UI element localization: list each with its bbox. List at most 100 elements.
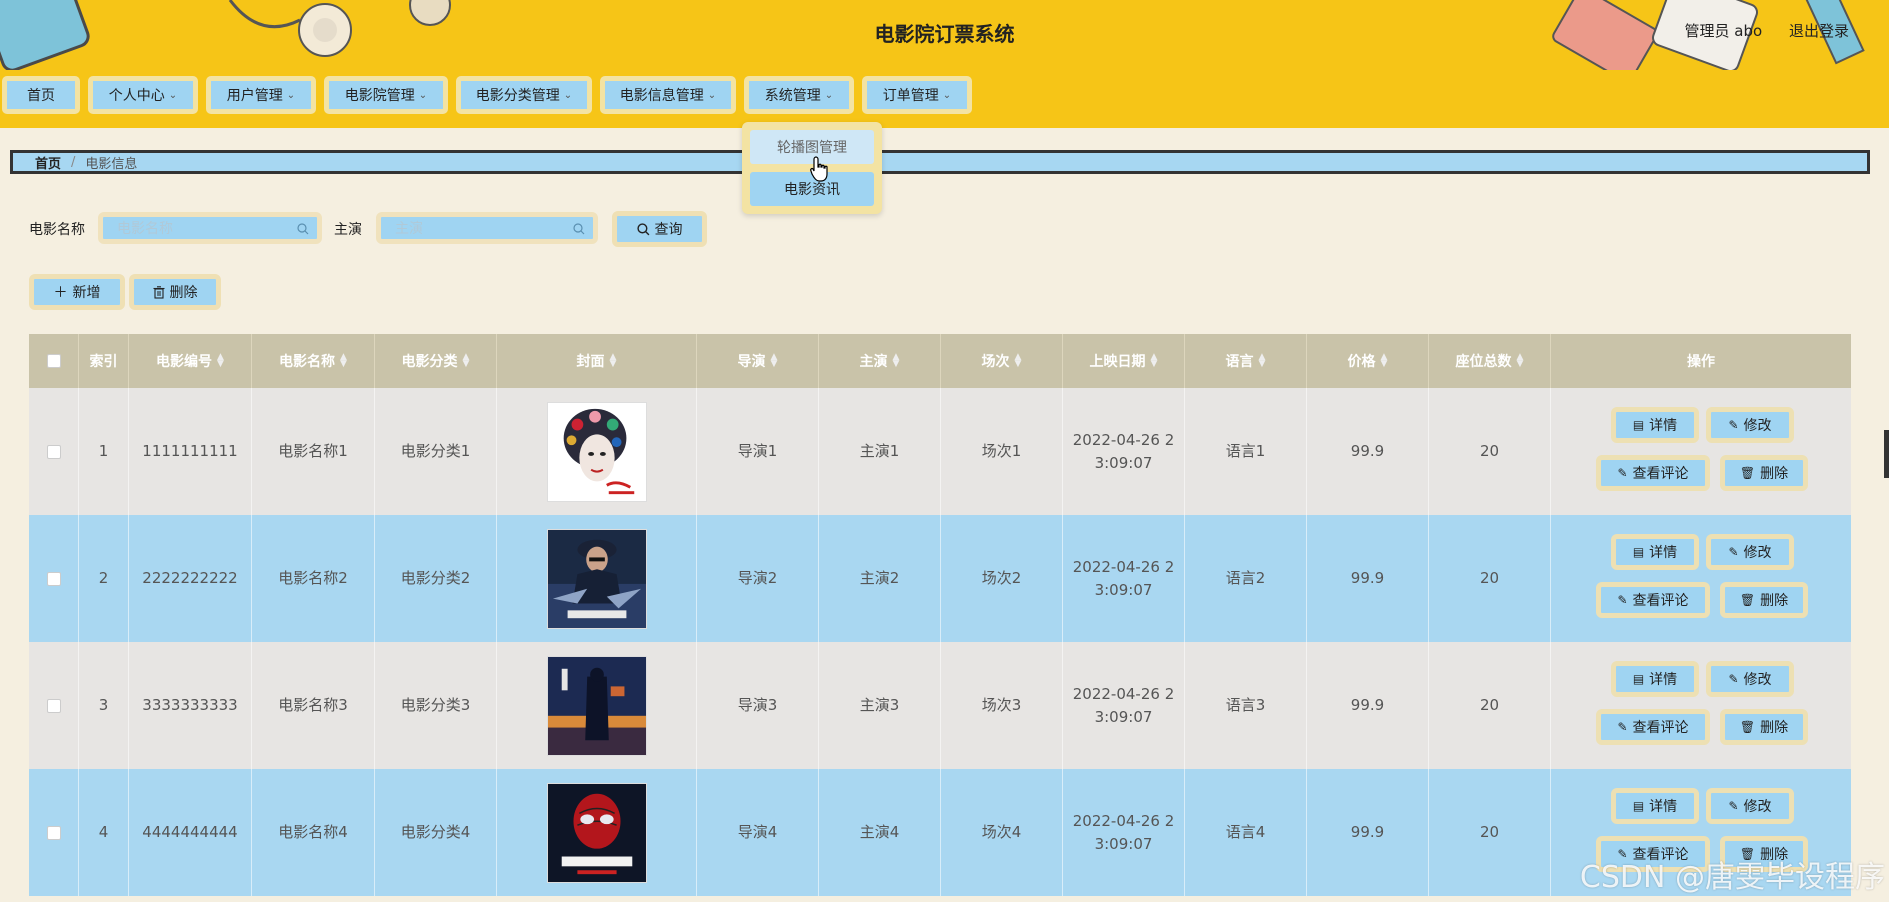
select-all-cell bbox=[29, 334, 79, 388]
cell-cover bbox=[497, 515, 697, 642]
cell-code: 2222222222 bbox=[129, 515, 252, 642]
col-language[interactable]: 语言 ▲ ▼ bbox=[1185, 334, 1307, 388]
row-checkbox[interactable] bbox=[46, 825, 61, 840]
cell-date: 2022-04-26 2 3:09:07 bbox=[1063, 642, 1185, 769]
cell-price: 99.9 bbox=[1307, 769, 1429, 896]
view-comments-button[interactable]: ✎ 查看评论 bbox=[1596, 582, 1710, 618]
op-label: 查看评论 bbox=[1632, 466, 1689, 482]
cell-director: 导演1 bbox=[697, 388, 819, 515]
cell-session: 场次3 bbox=[941, 642, 1063, 769]
row-checkbox[interactable] bbox=[46, 571, 61, 586]
nav-label: 首页 bbox=[27, 88, 55, 104]
col-session[interactable]: 场次 ▲ ▼ bbox=[941, 334, 1063, 388]
view-comments-button[interactable]: ✎ 查看评论 bbox=[1596, 709, 1710, 745]
col-actor[interactable]: 主演 ▲ ▼ bbox=[819, 334, 941, 388]
col-date[interactable]: 上映日期 ▲ ▼ bbox=[1063, 334, 1185, 388]
search-icon bbox=[297, 223, 309, 235]
date-line-1: 2022-04-26 2 bbox=[1072, 557, 1175, 576]
document-icon: ▤ bbox=[1632, 545, 1645, 559]
edit-button[interactable]: ✎ 修改 bbox=[1706, 661, 1794, 697]
row-delete-button[interactable]: 🗑 删除 bbox=[1720, 582, 1808, 618]
edit-button[interactable]: ✎ 修改 bbox=[1706, 788, 1794, 824]
col-code[interactable]: 电影编号 ▲ ▼ bbox=[129, 334, 252, 388]
movie-name-label: 电影名称 bbox=[29, 222, 85, 238]
actor-label: 主演 bbox=[334, 222, 362, 238]
search-icon bbox=[636, 222, 649, 235]
col-label: 索引 bbox=[89, 354, 118, 370]
nav-personal-center[interactable]: 个人中心 ⌄ bbox=[88, 76, 198, 114]
edit-button[interactable]: ✎ 修改 bbox=[1706, 534, 1794, 570]
row-checkbox[interactable] bbox=[46, 698, 61, 713]
trash-icon: 🗑 bbox=[1739, 466, 1756, 480]
nav-system-management[interactable]: 系统管理 ⌄ bbox=[744, 76, 854, 114]
sort-icon: ▲ ▼ bbox=[609, 352, 617, 369]
app-title: 电影院订票系统 bbox=[874, 22, 1015, 46]
scrollbar-thumb[interactable] bbox=[1884, 430, 1889, 478]
row-delete-button[interactable]: 🗑 删除 bbox=[1720, 455, 1808, 491]
detail-button[interactable]: ▤ 详情 bbox=[1611, 407, 1699, 443]
cell-index: 3 bbox=[79, 642, 129, 769]
query-button[interactable]: 查询 bbox=[612, 211, 707, 247]
col-cover[interactable]: 封面 ▲ ▼ bbox=[497, 334, 697, 388]
detail-button[interactable]: ▤ 详情 bbox=[1611, 534, 1699, 570]
col-label: 导演 bbox=[737, 354, 766, 370]
nav-movie-info-management[interactable]: 电影信息管理 ⌄ bbox=[600, 76, 736, 114]
actor-input[interactable]: 主演 bbox=[376, 212, 598, 244]
cell-seats: 20 bbox=[1429, 388, 1551, 515]
nav-home[interactable]: 首页 bbox=[2, 76, 80, 114]
detail-button[interactable]: ▤ 详情 bbox=[1611, 788, 1699, 824]
nav-order-management[interactable]: 订单管理 ⌄ bbox=[862, 76, 972, 114]
breadcrumb-home[interactable]: 首页 bbox=[35, 153, 61, 172]
op-label: 删除 bbox=[1760, 466, 1789, 482]
sort-icon: ▲ ▼ bbox=[892, 352, 900, 369]
col-director[interactable]: 导演 ▲ ▼ bbox=[697, 334, 819, 388]
row-checkbox[interactable] bbox=[46, 444, 61, 459]
col-seats[interactable]: 座位总数 ▲ ▼ bbox=[1429, 334, 1551, 388]
logout-link[interactable]: 退出登录 bbox=[1789, 22, 1849, 40]
cell-actor: 主演3 bbox=[819, 642, 941, 769]
cell-date: 2022-04-26 2 3:09:07 bbox=[1063, 388, 1185, 515]
col-actions: 操作 bbox=[1551, 334, 1851, 388]
nav-user-management[interactable]: 用户管理 ⌄ bbox=[206, 76, 316, 114]
cell-price: 99.9 bbox=[1307, 515, 1429, 642]
nav-cinema-management[interactable]: 电影院管理 ⌄ bbox=[324, 76, 448, 114]
edit-button[interactable]: ✎ 修改 bbox=[1706, 407, 1794, 443]
row-delete-button[interactable]: 🗑 删除 bbox=[1720, 709, 1808, 745]
detail-button[interactable]: ▤ 详情 bbox=[1611, 661, 1699, 697]
nav-label: 电影信息管理 bbox=[619, 88, 704, 104]
chevron-down-icon: ⌄ bbox=[168, 89, 178, 101]
cell-seats: 20 bbox=[1429, 769, 1551, 896]
date-line-1: 2022-04-26 2 bbox=[1072, 430, 1175, 449]
add-button[interactable]: ＋ 新增 bbox=[29, 274, 125, 310]
view-comments-button[interactable]: ✎ 查看评论 bbox=[1596, 455, 1710, 491]
cell-price: 99.9 bbox=[1307, 642, 1429, 769]
user-area: 管理员 abo 退出登录 bbox=[1663, 20, 1849, 41]
col-name[interactable]: 电影名称 ▲ ▼ bbox=[252, 334, 375, 388]
cell-category: 电影分类1 bbox=[375, 388, 497, 515]
nav-category-management[interactable]: 电影分类管理 ⌄ bbox=[456, 76, 592, 114]
table-row: 3 3333333333 电影名称3 电影分类3 导演3 主演3 场次3 202… bbox=[29, 642, 1851, 769]
row-select-cell bbox=[29, 642, 79, 769]
cell-actor: 主演1 bbox=[819, 388, 941, 515]
select-all-checkbox[interactable] bbox=[46, 354, 61, 368]
col-price[interactable]: 价格 ▲ ▼ bbox=[1307, 334, 1429, 388]
movie-name-input[interactable]: 电影名称 bbox=[98, 212, 322, 244]
date-line-2: 3:09:07 bbox=[1094, 707, 1153, 726]
edit-icon: ✎ bbox=[1728, 418, 1739, 432]
edit-icon: ✎ bbox=[1728, 799, 1739, 813]
cell-language: 语言4 bbox=[1185, 769, 1307, 896]
cell-language: 语言1 bbox=[1185, 388, 1307, 515]
cell-date: 2022-04-26 2 3:09:07 bbox=[1063, 515, 1185, 642]
cell-actor: 主演4 bbox=[819, 769, 941, 896]
op-label: 修改 bbox=[1743, 418, 1772, 434]
op-label: 删除 bbox=[1760, 720, 1789, 736]
edit-icon: ✎ bbox=[1617, 593, 1628, 607]
cell-cover bbox=[497, 769, 697, 896]
breadcrumb: 首页 / 电影信息 bbox=[10, 150, 1870, 174]
date-line-2: 3:09:07 bbox=[1094, 834, 1153, 853]
cell-index: 2 bbox=[79, 515, 129, 642]
add-label: 新增 bbox=[72, 285, 101, 301]
col-category[interactable]: 电影分类 ▲ ▼ bbox=[375, 334, 497, 388]
col-label: 电影名称 bbox=[279, 354, 336, 370]
delete-button[interactable]: 删除 bbox=[129, 274, 221, 310]
